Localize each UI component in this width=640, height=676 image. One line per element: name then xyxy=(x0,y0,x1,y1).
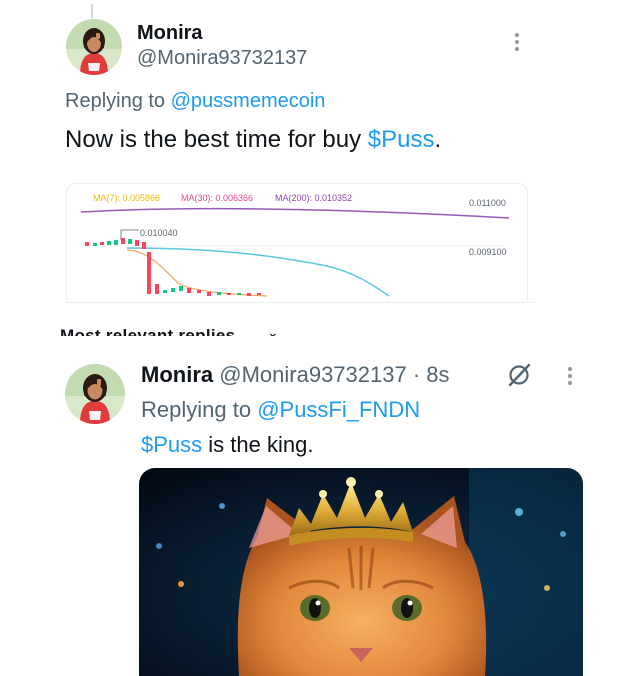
candlestick-4 xyxy=(107,241,111,245)
tweet-text-body: is the king. xyxy=(202,432,314,457)
tweet-text-end: . xyxy=(434,126,442,153)
replying-to-line: Replying to @pussmemecoin xyxy=(65,90,325,113)
ma200-label: MA(200): 0.010352 xyxy=(275,193,352,203)
reply-tweet[interactable]: Monira @Monira93732137 · 8s Replying to … xyxy=(0,340,640,676)
candlestick-22 xyxy=(257,293,261,295)
price-chart-card[interactable]: MA(7): 0.005866 MA(30): 0.006366 MA(200)… xyxy=(66,183,528,301)
tweet-text: $Puss is the king. xyxy=(141,432,313,458)
reply-sort-label[interactable]: Most relevant replies xyxy=(60,326,235,336)
ma7-label: MA(7): 0.005866 xyxy=(93,193,160,203)
timestamp[interactable]: 8s xyxy=(426,362,449,387)
ma200-line xyxy=(80,207,510,219)
candlestick-7 xyxy=(128,239,132,244)
candlestick-2 xyxy=(93,243,97,246)
replying-prefix: Replying to xyxy=(65,90,171,112)
display-name[interactable]: Monira xyxy=(137,22,203,45)
thread-connector-line xyxy=(91,4,93,18)
candlestick-12 xyxy=(163,290,167,293)
price-tick-top: 0.011000 xyxy=(469,198,506,208)
candlestick-3 xyxy=(100,242,104,245)
tweet-text: Now is the best time for buy $Puss. xyxy=(65,126,441,154)
candlestick-9 xyxy=(142,242,146,249)
reply-sort-selector[interactable]: Most relevant replies ⌄ xyxy=(60,322,360,336)
price-tick-mid: 0.009100 xyxy=(469,247,507,257)
candlestick-6 xyxy=(121,238,125,244)
more-vertical-icon[interactable] xyxy=(563,364,577,390)
grok-icon[interactable] xyxy=(506,362,532,388)
chart-divider xyxy=(66,302,534,303)
candlestick-15 xyxy=(187,288,191,293)
candlestick-1 xyxy=(85,242,89,246)
replying-to-mention[interactable]: @pussmemecoin xyxy=(171,90,326,112)
chevron-down-icon[interactable]: ⌄ xyxy=(267,324,279,336)
reply-header: Monira @Monira93732137 · 8s xyxy=(141,362,450,388)
avatar[interactable] xyxy=(65,364,125,424)
tweet-media-image[interactable] xyxy=(139,468,583,676)
more-vertical-icon[interactable] xyxy=(510,30,524,56)
ma30-label: MA(30): 0.006366 xyxy=(181,193,253,203)
candlestick-18 xyxy=(217,292,221,295)
user-handle[interactable]: @Monira93732137 xyxy=(219,362,406,387)
candlestick-16 xyxy=(197,290,201,293)
candlestick-5 xyxy=(114,240,118,245)
replying-prefix: Replying to xyxy=(141,397,258,422)
replying-to-mention[interactable]: @PussFi_FNDN xyxy=(257,397,420,422)
tweet-text-body: Now is the best time for buy xyxy=(65,126,368,153)
cashtag-link[interactable]: $Puss xyxy=(141,432,202,457)
candlestick-11 xyxy=(155,284,159,294)
candlestick-19 xyxy=(227,293,231,295)
candlestick-10 xyxy=(147,252,151,294)
price-chart: MA(7): 0.005866 MA(30): 0.006366 MA(200)… xyxy=(80,193,510,297)
candlestick-17 xyxy=(207,292,211,296)
meta-separator: · xyxy=(406,362,427,387)
quoted-tweet[interactable]: Monira @Monira93732137 Replying to @puss… xyxy=(0,0,640,320)
cashtag-link[interactable]: $Puss xyxy=(368,126,435,153)
crowned-cat-image xyxy=(139,468,583,676)
candlestick-8 xyxy=(135,240,139,246)
high-price-annotation: 0.010040 xyxy=(140,228,178,238)
user-handle[interactable]: @Monira93732137 xyxy=(137,47,307,70)
replying-to-line: Replying to @PussFi_FNDN xyxy=(141,397,420,423)
display-name[interactable]: Monira xyxy=(141,362,213,387)
candlestick-21 xyxy=(247,293,251,296)
avatar[interactable] xyxy=(66,19,122,75)
candlestick-14 xyxy=(179,286,183,291)
candlestick-20 xyxy=(237,293,241,295)
candlestick-13 xyxy=(171,288,175,292)
